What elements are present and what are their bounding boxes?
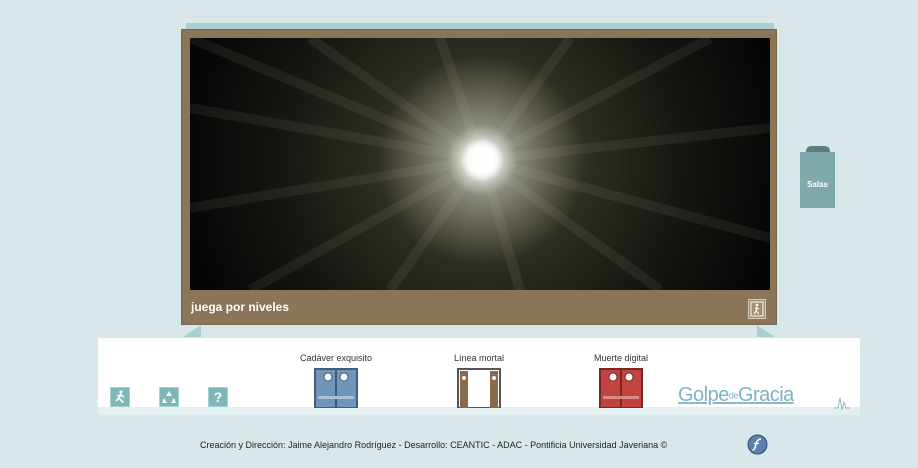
credits-text: Creación y Dirección: Jaime Alejandro Ro… — [200, 440, 668, 450]
closed-door-icon — [314, 368, 358, 408]
recycle-button[interactable] — [159, 387, 179, 407]
room-label: Línea mortal — [453, 353, 505, 363]
room-label: Cadáver exquisito — [299, 353, 373, 363]
help-button[interactable]: ? — [208, 387, 228, 407]
open-door-icon — [457, 368, 501, 408]
running-man-icon — [115, 390, 125, 404]
frame-label: juega por niveles — [191, 300, 290, 314]
salas-label: Salas — [807, 180, 828, 189]
golpe-de-gracia-logo[interactable]: GolpedeGracia — [678, 384, 794, 412]
room-label: Muerte digital — [593, 353, 649, 363]
exit-runner-icon — [750, 301, 764, 317]
exit-button[interactable] — [110, 387, 130, 407]
exit-room-button[interactable] — [748, 299, 766, 319]
logo-part3: Gracia — [737, 384, 794, 406]
logo-part1: Golpe — [678, 384, 729, 406]
closed-door-icon — [599, 368, 643, 408]
tunnel-light-image — [190, 38, 770, 290]
room-linea-mortal[interactable]: Línea mortal — [424, 352, 534, 408]
room-muerte-digital[interactable]: Muerte digital — [566, 352, 676, 408]
tunnel-video[interactable] — [190, 38, 770, 290]
logo-part2: de — [728, 390, 739, 401]
frame-left-tab — [183, 325, 201, 337]
recycle-icon — [162, 391, 176, 403]
room-cadaver-exquisito[interactable]: Cadáver exquisito — [281, 352, 391, 408]
flash-player-icon[interactable] — [747, 434, 768, 455]
frame-right-tab — [757, 325, 775, 337]
heartbeat-icon — [834, 397, 850, 411]
